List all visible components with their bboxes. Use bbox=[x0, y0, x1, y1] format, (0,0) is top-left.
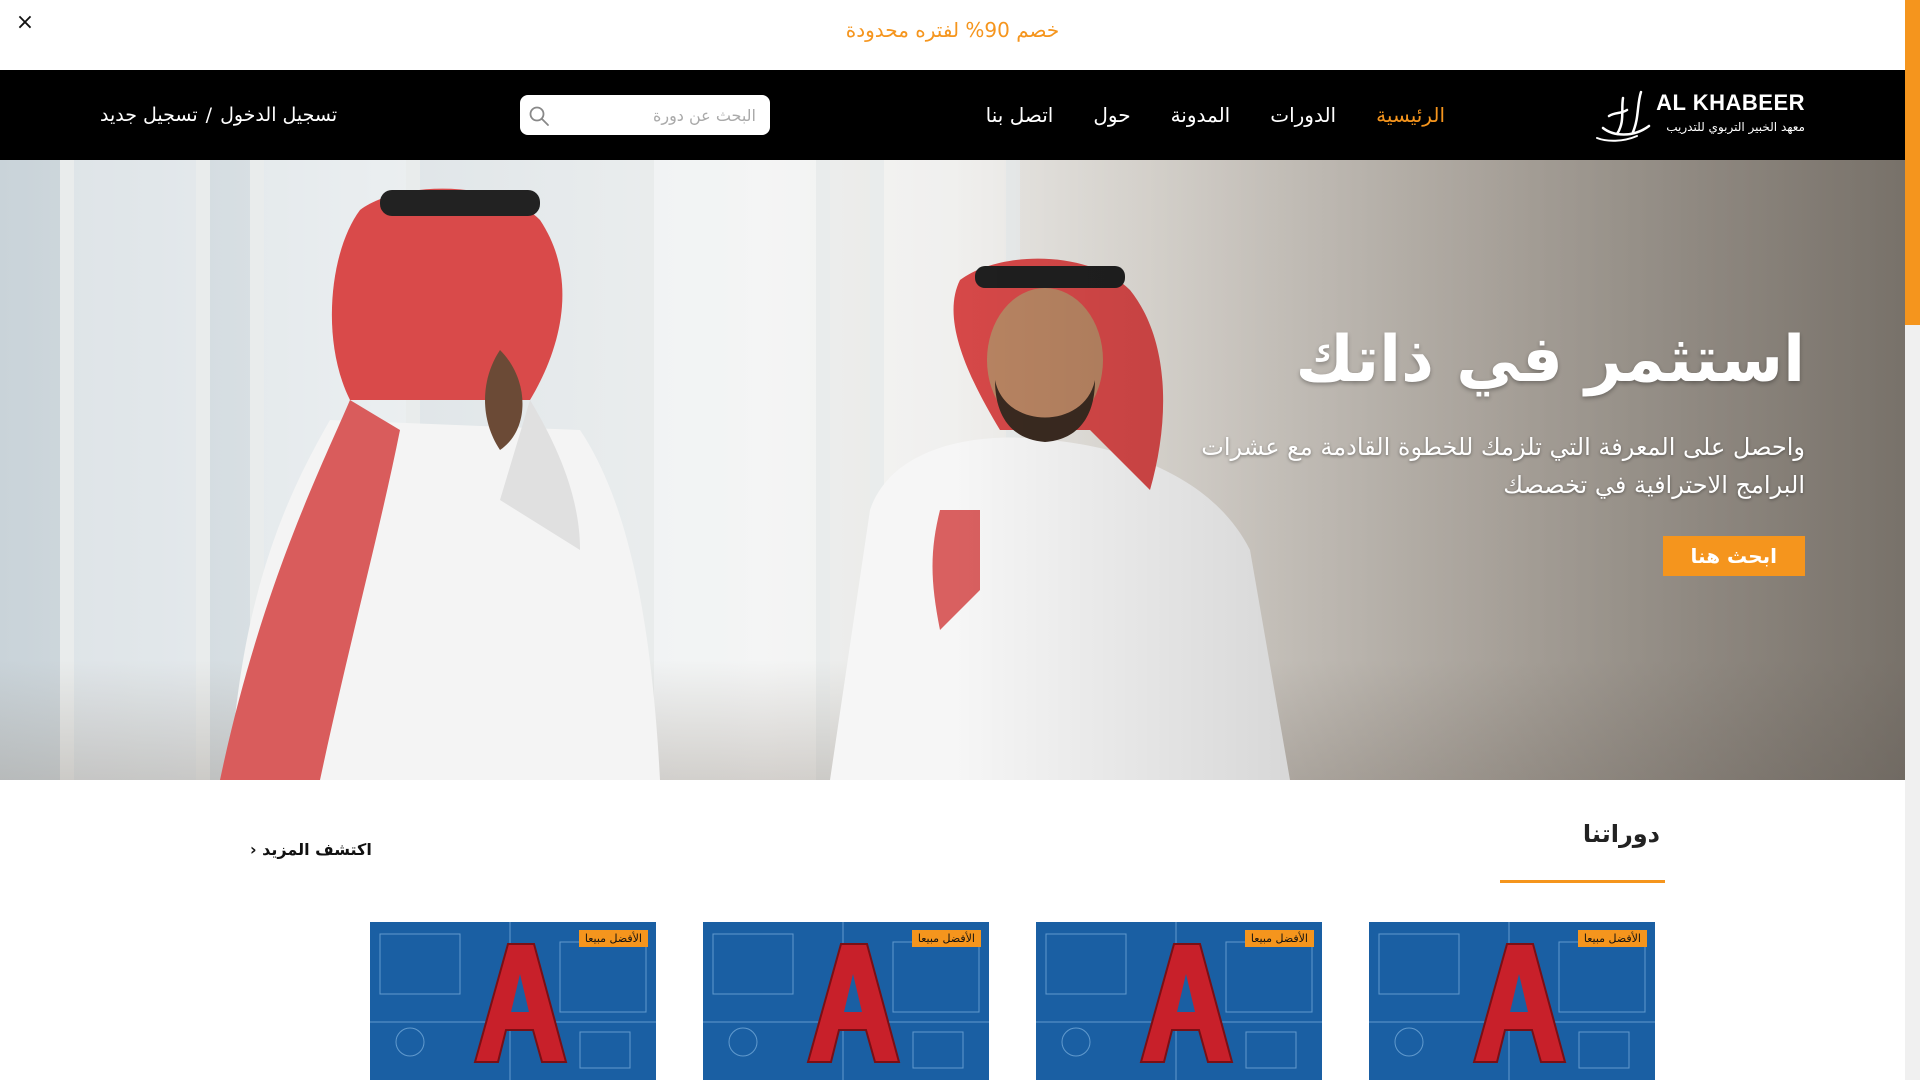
course-card[interactable]: الأفضل مبيعا bbox=[1036, 922, 1322, 1080]
bestseller-badge: الأفضل مبيعا bbox=[1577, 930, 1647, 947]
hero-title: استثمر في ذاتك bbox=[1295, 323, 1805, 397]
search-input[interactable] bbox=[556, 95, 756, 135]
course-card[interactable]: الأفضل مبيعا bbox=[1369, 922, 1655, 1080]
hero-banner: استثمر في ذاتك واحصل على المعرفة التي تل… bbox=[0, 160, 1905, 780]
auth-separator: / bbox=[205, 104, 213, 126]
courses-section-header: دوراتنا bbox=[1583, 820, 1660, 848]
autocad-logo-icon bbox=[473, 943, 568, 1063]
course-card[interactable]: الأفضل مبيعا bbox=[370, 922, 656, 1080]
promo-text: خصم 90% لفتره محدودة bbox=[845, 18, 1060, 42]
search-box bbox=[520, 95, 770, 135]
autocad-logo-icon bbox=[1139, 943, 1234, 1063]
courses-title-underline bbox=[1500, 880, 1665, 883]
nav-item-contact[interactable]: اتصل بنا bbox=[986, 103, 1054, 127]
course-card[interactable]: الأفضل مبيعا bbox=[703, 922, 989, 1080]
bestseller-badge: الأفضل مبيعا bbox=[911, 930, 981, 947]
courses-title: دوراتنا bbox=[1582, 820, 1660, 848]
nav-item-home[interactable]: الرئيسية bbox=[1376, 103, 1445, 127]
nav-item-blog[interactable]: المدونة bbox=[1171, 103, 1231, 127]
site-logo[interactable]: AL KHABEER معهد الخبير التربوي للتدريب bbox=[1590, 86, 1805, 146]
course-cards: الأفضل مبيعا الأفضل مبيعا الأفضل مبيعا ا… bbox=[370, 922, 1655, 1080]
login-link[interactable]: تسجيل الدخول bbox=[220, 104, 337, 126]
register-link[interactable]: تسجيل جديد bbox=[100, 104, 198, 126]
hero-description: واحصل على المعرفة التي تلزمك للخطوة القا… bbox=[1201, 433, 1805, 499]
main-menu: الرئيسية الدورات المدونة حول اتصل بنا bbox=[986, 70, 1445, 160]
hero-content: استثمر في ذاتك واحصل على المعرفة التي تل… bbox=[1165, 320, 1805, 576]
bestseller-badge: الأفضل مبيعا bbox=[1244, 930, 1314, 947]
page-scrollbar[interactable] bbox=[1905, 0, 1920, 1080]
logo-calligraphy-icon bbox=[1596, 90, 1651, 142]
nav-item-about[interactable]: حول bbox=[1093, 103, 1130, 127]
search-icon[interactable] bbox=[528, 105, 550, 127]
bestseller-badge: الأفضل مبيعا bbox=[578, 930, 648, 947]
promo-bar: × خصم 90% لفتره محدودة bbox=[0, 0, 1905, 70]
autocad-logo-icon bbox=[1472, 943, 1567, 1063]
scrollbar-thumb[interactable] bbox=[1905, 0, 1920, 325]
nav-item-courses[interactable]: الدورات bbox=[1270, 103, 1336, 127]
discover-more-link[interactable]: اكتشف المزيد ‹ bbox=[250, 840, 372, 859]
logo-title: AL KHABEER bbox=[1656, 90, 1805, 115]
hero-search-button[interactable]: ابحث هنا bbox=[1662, 536, 1805, 576]
auth-links: تسجيل الدخول / تسجيل جديد bbox=[100, 70, 337, 160]
logo-subtitle: معهد الخبير التربوي للتدريب bbox=[1666, 120, 1805, 134]
autocad-logo-icon bbox=[806, 943, 901, 1063]
main-navbar: AL KHABEER معهد الخبير التربوي للتدريب ا… bbox=[0, 70, 1905, 160]
